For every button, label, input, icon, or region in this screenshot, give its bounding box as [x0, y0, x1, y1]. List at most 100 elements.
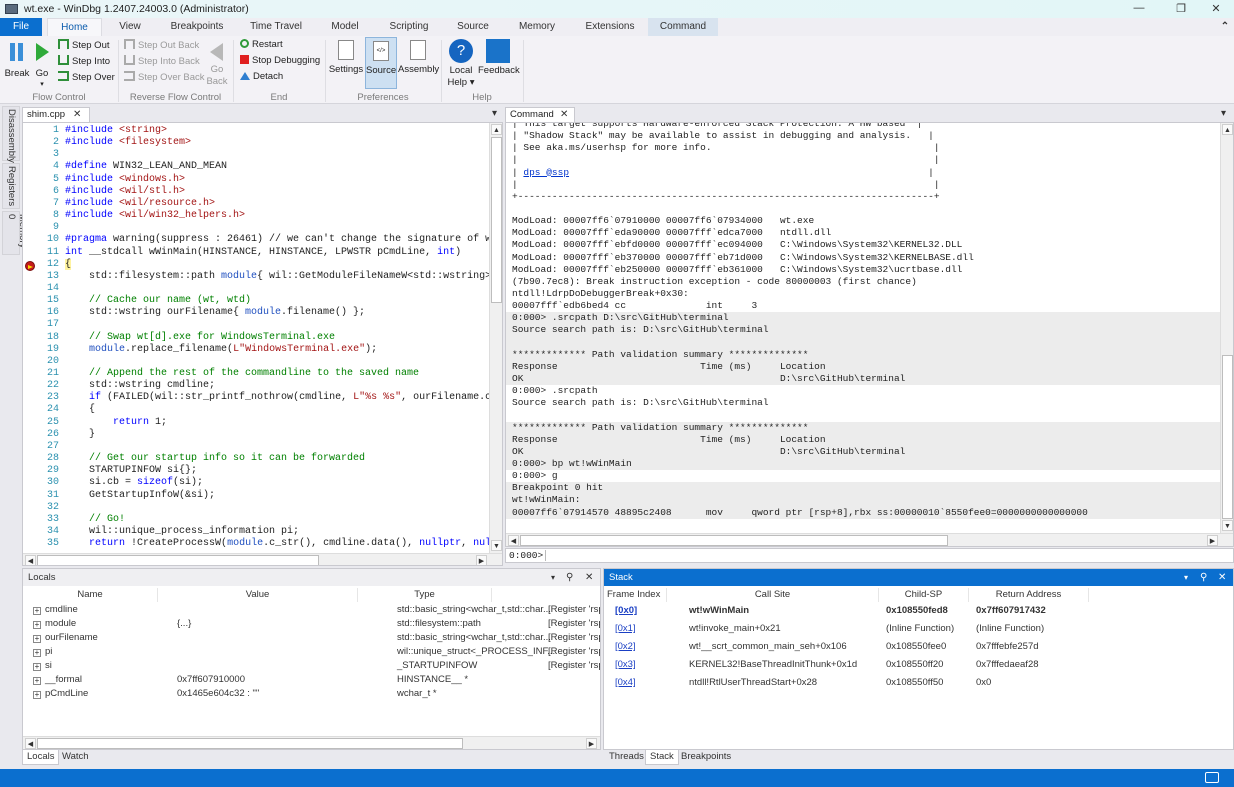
locals-row[interactable]: +module{...}std::filesystem::path[Regist…	[23, 618, 600, 632]
scroll-left-icon[interactable]: ◀	[25, 738, 36, 749]
go-button[interactable]: Go ▾	[32, 40, 52, 92]
tab-shim-cpp[interactable]: shim.cpp ✕	[22, 107, 90, 122]
pane-menu-icon[interactable]: ▾	[1184, 569, 1188, 586]
column-header-type[interactable]: Type	[358, 588, 492, 602]
pin-icon[interactable]: ⚲	[1200, 569, 1207, 586]
scroll-up-icon[interactable]: ▲	[491, 124, 502, 135]
source-button[interactable]: </> Source	[365, 37, 397, 89]
settings-button[interactable]: Settings	[329, 38, 363, 88]
expand-icon[interactable]: +	[33, 635, 41, 643]
close-tab-icon[interactable]: ✕	[560, 108, 568, 122]
command-menu-dropdown[interactable]: ▾	[1221, 108, 1226, 119]
column-header-child-sp[interactable]: Child-SP	[879, 588, 969, 602]
frame-index-link[interactable]: [0x4]	[615, 677, 636, 688]
tab-breakpoints[interactable]: Breakpoints	[162, 18, 232, 36]
expand-icon[interactable]: +	[33, 663, 41, 671]
column-header-call-site[interactable]: Call Site	[667, 588, 879, 602]
dps-ssp-link[interactable]: dps @ssp	[523, 167, 569, 178]
frame-index-link[interactable]: [0x3]	[615, 659, 636, 670]
frame-index-link[interactable]: [0x1]	[615, 623, 636, 634]
locals-horizontal-scrollbar[interactable]: ◀ ▶	[23, 736, 600, 749]
stack-frame-row[interactable]: [0x1]wt!invoke_main+0x21(Inline Function…	[604, 623, 1233, 639]
locals-row[interactable]: +__formal0x7ff607910000HINSTANCE__ *	[23, 674, 600, 688]
scroll-thumb[interactable]	[491, 137, 502, 303]
side-tab-memory-0[interactable]: Memory 0	[2, 211, 20, 255]
tab-scripting[interactable]: Scripting	[384, 18, 434, 36]
go-back-button[interactable]: Go Back	[205, 40, 229, 90]
local-help-button[interactable]: ? Local Help ▾	[446, 38, 476, 90]
step-into-button[interactable]: Step Into	[58, 55, 110, 67]
source-horizontal-scrollbar[interactable]: ◀ ▶	[23, 553, 502, 566]
frame-index-link[interactable]: [0x0]	[615, 605, 637, 616]
tab-watch[interactable]: Watch	[58, 750, 93, 765]
scroll-right-icon[interactable]: ▶	[1207, 535, 1218, 546]
tab-file[interactable]: File	[0, 18, 42, 36]
tab-command[interactable]: Command	[648, 18, 718, 36]
step-over-back-button[interactable]: Step Over Back	[124, 71, 205, 83]
locals-row[interactable]: +cmdlinestd::basic_string<wchar_t,std::c…	[23, 604, 600, 618]
column-header-name[interactable]: Name	[23, 588, 158, 602]
stop-debugging-button[interactable]: Stop Debugging	[240, 55, 320, 66]
source-editor[interactable]: 1#include <string>2#include <filesystem>…	[22, 122, 503, 566]
pin-icon[interactable]: ⚲	[566, 569, 573, 586]
command-vertical-scrollbar[interactable]: ▲ ▼	[1220, 123, 1233, 533]
tab-model[interactable]: Model	[325, 18, 365, 36]
scroll-thumb[interactable]	[520, 535, 948, 546]
column-header-return-address[interactable]: Return Address	[969, 588, 1089, 602]
detach-button[interactable]: Detach	[240, 71, 283, 82]
scroll-right-icon[interactable]: ▶	[586, 738, 597, 749]
close-tab-icon[interactable]: ✕	[73, 108, 81, 122]
restart-button[interactable]: Restart	[240, 39, 283, 50]
pane-menu-icon[interactable]: ▾	[551, 569, 555, 586]
step-into-back-button[interactable]: Step Into Back	[124, 55, 200, 67]
command-input[interactable]	[550, 549, 1230, 562]
locals-row[interactable]: +pCmdLine0x1465e604c32 : ""wchar_t *	[23, 688, 600, 702]
close-button[interactable]: ✕	[1201, 2, 1231, 16]
expand-icon[interactable]: +	[33, 649, 41, 657]
expand-icon[interactable]: +	[33, 621, 41, 629]
scroll-thumb[interactable]	[37, 555, 319, 566]
feedback-button[interactable]: Feedback	[478, 38, 518, 88]
stack-frame-row[interactable]: [0x4]ntdll!RtlUserThreadStart+0x280x1085…	[604, 677, 1233, 693]
tab-view[interactable]: View	[110, 18, 150, 36]
minimize-button[interactable]: —	[1124, 2, 1154, 16]
tab-locals[interactable]: Locals	[22, 750, 59, 765]
command-horizontal-scrollbar[interactable]: ◀ ▶	[506, 533, 1233, 546]
collapse-ribbon-button[interactable]: ⌃	[1218, 18, 1232, 36]
close-pane-icon[interactable]: ✕	[1218, 569, 1226, 586]
scroll-thumb[interactable]	[37, 738, 463, 749]
stack-frame-row[interactable]: [0x3]KERNEL32!BaseThreadInitThunk+0x1d0x…	[604, 659, 1233, 675]
restore-button[interactable]: ❐	[1166, 2, 1196, 16]
stack-frame-row[interactable]: [0x2]wt!__scrt_common_main_seh+0x1060x10…	[604, 641, 1233, 657]
expand-icon[interactable]: +	[33, 677, 41, 685]
tab-stack[interactable]: Stack	[645, 750, 679, 765]
step-over-button[interactable]: Step Over	[58, 71, 115, 83]
scroll-up-icon[interactable]: ▲	[1222, 124, 1233, 135]
scroll-thumb[interactable]	[1222, 355, 1233, 519]
source-vertical-scrollbar[interactable]: ▲ ▼	[489, 123, 502, 553]
expand-icon[interactable]: +	[33, 607, 41, 615]
assembly-button[interactable]: Assembly	[398, 38, 438, 88]
scroll-left-icon[interactable]: ◀	[508, 535, 519, 546]
tab-source[interactable]: Source	[452, 18, 494, 36]
tab-threads[interactable]: Threads	[605, 750, 648, 765]
expand-icon[interactable]: +	[33, 691, 41, 699]
go-dropdown-icon[interactable]: ▾	[32, 80, 52, 88]
scroll-left-icon[interactable]: ◀	[25, 555, 36, 566]
column-header-value[interactable]: Value	[158, 588, 358, 602]
tab-time-travel[interactable]: Time Travel	[245, 18, 307, 36]
tab-memory[interactable]: Memory	[515, 18, 559, 36]
tab-command-window[interactable]: Command ✕	[505, 107, 575, 122]
step-out-back-button[interactable]: Step Out Back	[124, 39, 199, 51]
column-header-frame-index[interactable]: Frame Index	[604, 588, 667, 602]
command-output[interactable]: | This target supports Hardware-enforced…	[505, 122, 1234, 547]
locals-row[interactable]: +ourFilenamestd::basic_string<wchar_t,st…	[23, 632, 600, 646]
step-out-button[interactable]: Step Out	[58, 39, 110, 51]
scroll-right-icon[interactable]: ▶	[476, 555, 487, 566]
locals-row[interactable]: +piwil::unique_struct<_PROCESS_INF...[Re…	[23, 646, 600, 660]
scroll-down-icon[interactable]: ▼	[491, 540, 502, 551]
tab-breakpoints-pane[interactable]: Breakpoints	[677, 750, 735, 765]
stack-frame-row[interactable]: [0x0]wt!wWinMain0x108550fed80x7ff6079174…	[604, 605, 1233, 621]
source-menu-dropdown[interactable]: ▾	[492, 108, 497, 119]
break-button[interactable]: Break	[4, 40, 30, 90]
